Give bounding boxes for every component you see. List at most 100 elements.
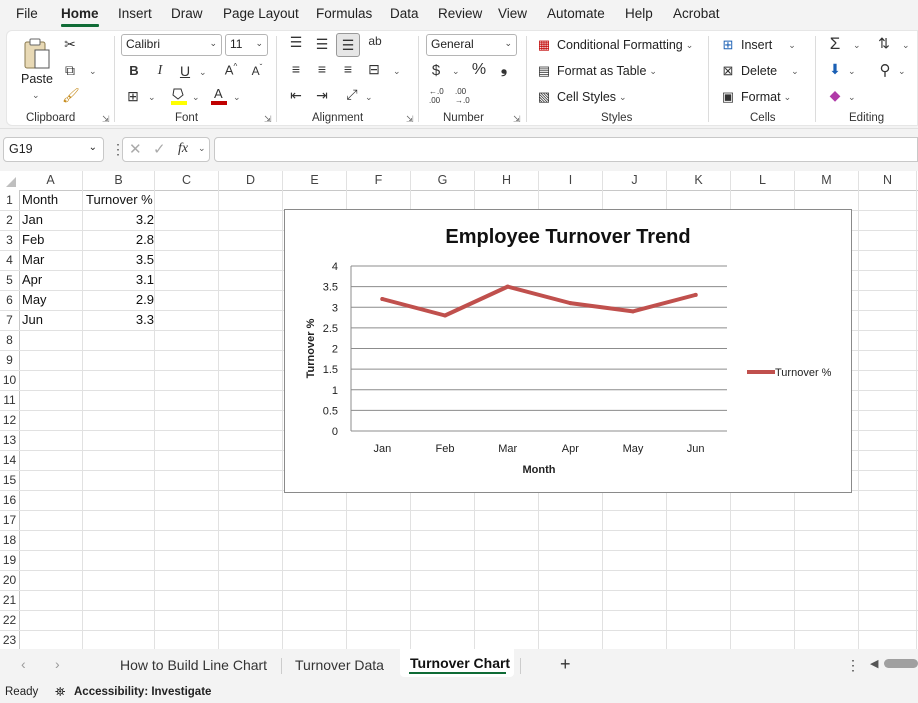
format-cells-button[interactable]: ▣ Format ⌄ [720,89,791,105]
row-header[interactable]: 22 [0,610,19,630]
comma-style-icon[interactable]: ❟ [498,60,510,78]
column-header[interactable]: L [731,171,795,190]
select-all-corner[interactable] [0,171,19,190]
find-dropdown-icon[interactable]: ⌄ [898,66,906,77]
merge-center-icon[interactable]: ⊟ [364,61,384,78]
increase-font-icon[interactable]: A^ [221,62,241,77]
cell-turnover[interactable]: 3.3 [84,310,154,330]
cell-a1[interactable]: Month [22,190,58,210]
paste-dropdown-icon[interactable]: ⌄ [32,90,40,101]
format-as-table-button[interactable]: ▤ Format as Table ⌄ [536,63,657,79]
scroll-left-icon[interactable]: ◀ [870,657,878,670]
cancel-icon[interactable]: ✕ [129,140,142,158]
row-header[interactable]: 21 [0,590,19,610]
copy-icon[interactable]: ⧉ [62,62,78,79]
cell-turnover[interactable]: 3.2 [84,210,154,230]
tab-how-to-build[interactable]: How to Build Line Chart [120,657,267,673]
row-header[interactable]: 3 [0,230,19,250]
accessibility-icon[interactable]: ⛯ [55,684,65,700]
menu-review[interactable]: Review [438,6,482,21]
clipboard-launcher-icon[interactable]: ⇲ [102,114,110,125]
merge-dropdown-icon[interactable]: ⌄ [393,66,401,77]
align-center-icon[interactable]: ≡ [313,61,331,77]
increase-decimal-icon[interactable]: ←.0.00 [429,87,449,105]
cell-turnover[interactable]: 2.9 [84,290,154,310]
number-format-select[interactable]: General ⌄ [426,34,517,56]
decrease-font-icon[interactable]: Aˇ [248,63,266,78]
sort-filter-dropdown-icon[interactable]: ⌄ [902,40,910,51]
cell-month[interactable]: Jun [22,310,43,330]
find-select-icon[interactable]: ⚲ [876,61,894,79]
menu-page-layout[interactable]: Page Layout [223,6,299,21]
align-top-icon[interactable]: ☰ [287,34,305,51]
currency-dropdown-icon[interactable]: ⌄ [452,66,460,77]
orientation-icon[interactable]: ⤢ [342,86,362,103]
more-sheets-icon[interactable]: ⋮ [846,657,860,674]
row-header[interactable]: 4 [0,250,19,270]
italic-icon[interactable]: I [153,63,167,79]
column-header[interactable]: D [219,171,283,190]
insert-cells-button[interactable]: ⊞ Insert ⌄ [720,37,796,53]
conditional-formatting-button[interactable]: ▦ Conditional Formatting ⌄ [536,37,693,53]
scroll-right-icon[interactable]: › [55,656,60,672]
row-header[interactable]: 5 [0,270,19,290]
align-left-icon[interactable]: ≡ [287,61,305,77]
row-header[interactable]: 17 [0,510,19,530]
clear-icon[interactable]: ◆ [826,87,844,104]
cell-b1[interactable]: Turnover % [86,190,153,210]
decrease-decimal-icon[interactable]: .00 →.0 [455,87,475,105]
delete-cells-button[interactable]: ⊠ Delete ⌄ [720,63,799,79]
wrap-text-icon[interactable]: ab [366,34,384,48]
column-header[interactable]: K [667,171,731,190]
column-header[interactable]: E [283,171,347,190]
row-header[interactable]: 16 [0,490,19,510]
row-header[interactable]: 9 [0,350,19,370]
underline-dropdown-icon[interactable]: ⌄ [199,67,207,78]
autosum-icon[interactable]: Σ [826,34,844,54]
font-size-select[interactable]: 11 ⌄ [225,34,268,56]
column-header[interactable]: B [83,171,155,190]
enter-icon[interactable]: ✓ [153,140,166,158]
row-header[interactable]: 2 [0,210,19,230]
font-name-select[interactable]: Calibri ⌄ [121,34,222,56]
cell-month[interactable]: Mar [22,250,44,270]
bold-icon[interactable]: B [127,63,141,78]
fill-color-dropdown-icon[interactable]: ⌄ [192,92,200,103]
menu-home[interactable]: Home [61,6,99,21]
row-header[interactable]: 20 [0,570,19,590]
row-header[interactable]: 7 [0,310,19,330]
menu-draw[interactable]: Draw [171,6,203,21]
cut-icon[interactable]: ✂ [62,36,78,53]
row-header[interactable]: 1 [0,190,19,210]
menu-insert[interactable]: Insert [118,6,152,21]
cell-month[interactable]: Feb [22,230,44,250]
align-bottom-icon[interactable]: ☰ [336,33,360,57]
row-header[interactable]: 10 [0,370,19,390]
menu-file[interactable]: File [16,6,38,21]
column-header[interactable]: N [859,171,917,190]
name-box[interactable]: G19 ⌄ [3,137,104,162]
currency-icon[interactable]: $ [429,62,443,79]
clear-dropdown-icon[interactable]: ⌄ [848,92,856,103]
tab-turnover-chart[interactable]: Turnover Chart [410,655,510,671]
column-header[interactable]: F [347,171,411,190]
menu-acrobat[interactable]: Acrobat [673,6,720,21]
tab-turnover-data[interactable]: Turnover Data [295,657,384,673]
align-middle-icon[interactable]: ☰ [313,36,331,53]
cell-month[interactable]: Jan [22,210,43,230]
increase-indent-icon[interactable]: ⇥ [313,87,331,104]
format-painter-icon[interactable]: 🖌 [62,87,80,104]
cell-month[interactable]: Apr [22,270,42,290]
formula-input[interactable] [214,137,918,162]
row-header[interactable]: 14 [0,450,19,470]
column-header[interactable]: M [795,171,859,190]
fill-dropdown-icon[interactable]: ⌄ [848,66,856,77]
borders-dropdown-icon[interactable]: ⌄ [148,92,156,103]
fill-down-icon[interactable]: ⬇ [826,61,844,78]
cell-turnover[interactable]: 2.8 [84,230,154,250]
row-header[interactable]: 15 [0,470,19,490]
accessibility-status[interactable]: Accessibility: Investigate [74,686,211,698]
font-color-icon[interactable]: A [210,86,228,106]
column-header[interactable]: H [475,171,539,190]
row-header[interactable]: 19 [0,550,19,570]
